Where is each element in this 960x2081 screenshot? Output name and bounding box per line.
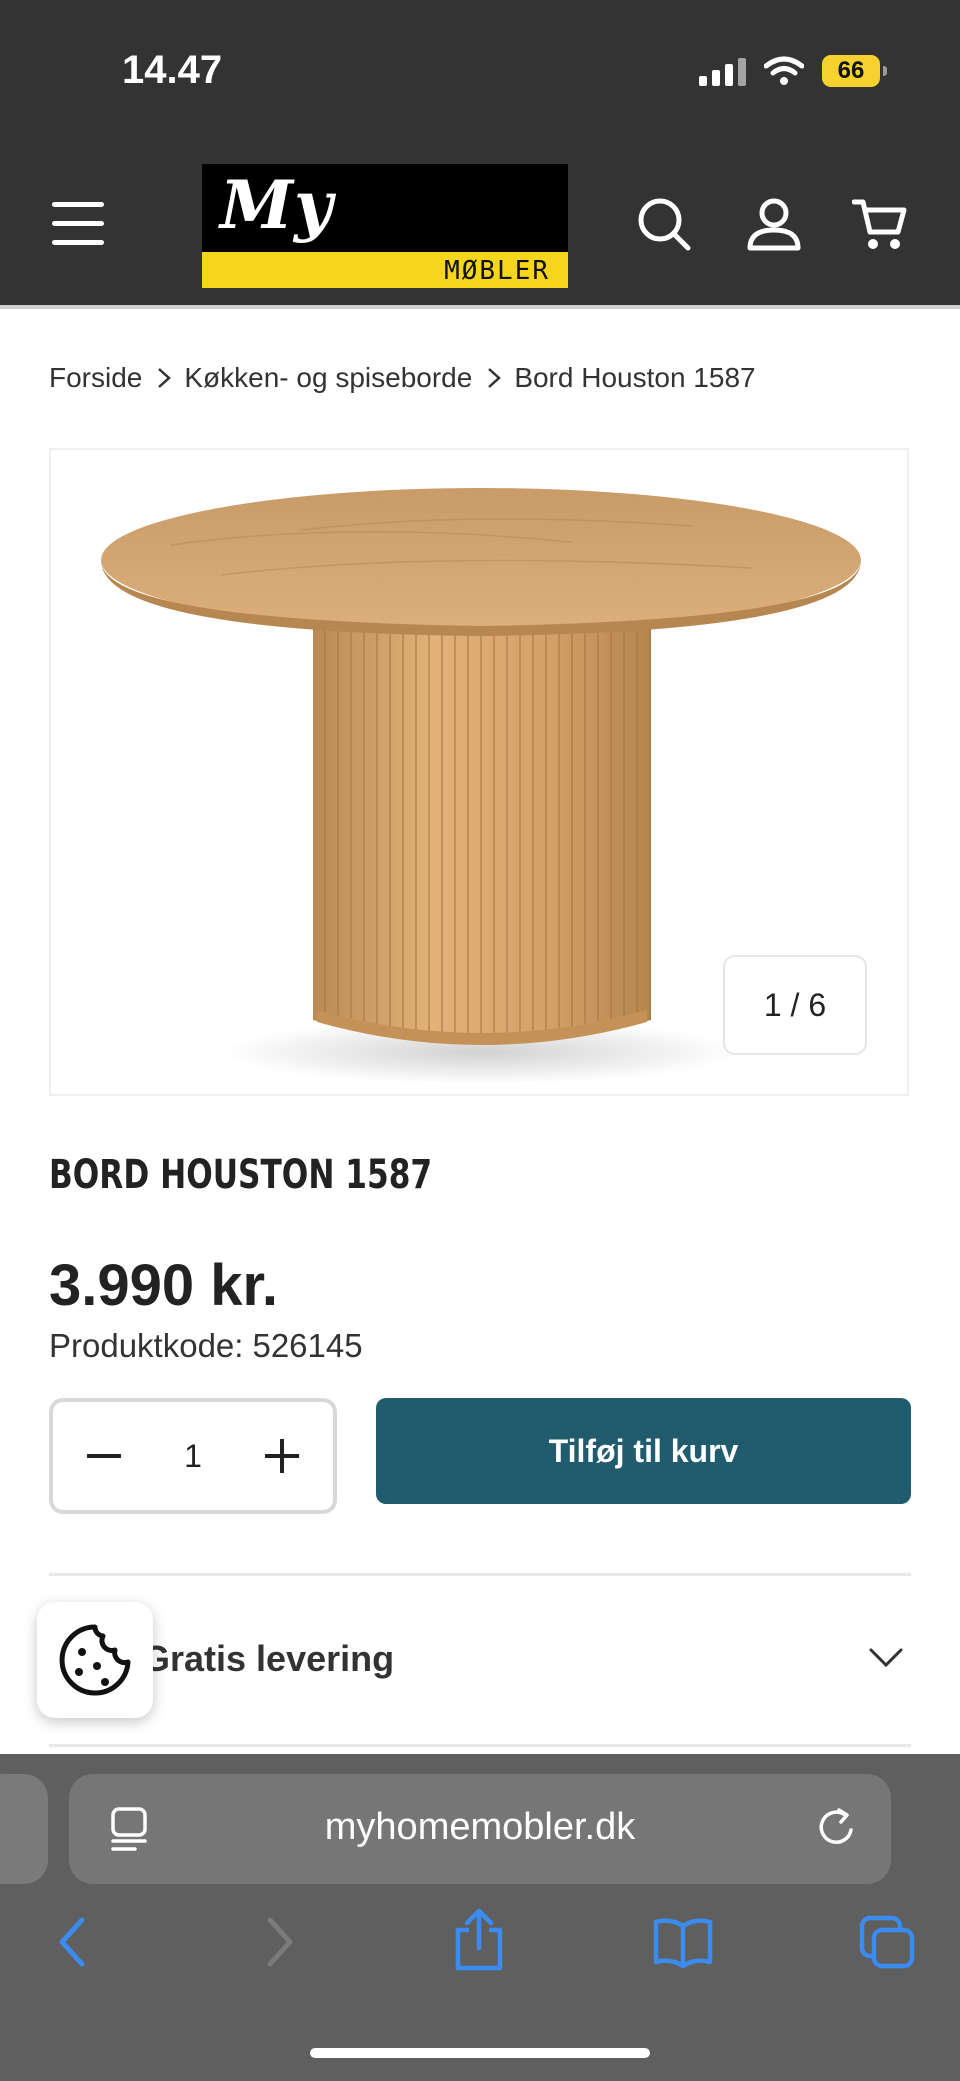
cookie-settings-button[interactable] — [37, 1602, 153, 1718]
account-icon[interactable] — [746, 196, 802, 252]
signal-icon — [699, 56, 746, 86]
increase-quantity-button[interactable] — [263, 1437, 301, 1475]
decrease-quantity-button[interactable] — [85, 1437, 123, 1475]
address-bar[interactable]: myhomemobler.dk — [69, 1774, 891, 1884]
section-divider — [49, 1744, 911, 1747]
section-divider — [49, 1573, 911, 1576]
chevron-down-icon[interactable] — [868, 1646, 904, 1670]
battery-icon: 66 — [822, 55, 887, 87]
product-sku: Produktkode: 526145 — [49, 1327, 363, 1365]
url-text: myhomemobler.dk — [324, 1806, 636, 1848]
status-time: 14.47 — [122, 48, 223, 92]
home-indicator[interactable] — [310, 2048, 650, 2058]
forward-icon[interactable] — [262, 1914, 298, 1970]
bookmarks-icon[interactable] — [652, 1916, 714, 1968]
header-divider — [0, 305, 960, 309]
product-price: 3.990 kr. — [49, 1253, 278, 1318]
product-title: BORD HOUSTON 1587 — [49, 1152, 433, 1198]
browser-toolbar: myhomemobler.dk — [0, 1754, 960, 2081]
quantity-value[interactable]: 1 — [184, 1438, 202, 1475]
search-icon[interactable] — [636, 196, 692, 252]
store-logo[interactable]: My Home MØBLER — [202, 164, 568, 288]
breadcrumb: Forside Køkken- og spiseborde Bord Houst… — [49, 362, 756, 394]
gallery-counter: 1 / 6 — [723, 955, 867, 1055]
chevron-right-icon — [158, 368, 172, 388]
menu-icon[interactable] — [52, 202, 104, 245]
quantity-stepper: 1 — [49, 1398, 337, 1514]
cookie-icon — [59, 1624, 131, 1696]
breadcrumb-current: Bord Houston 1587 — [514, 362, 756, 393]
cart-icon[interactable] — [852, 196, 908, 252]
reload-icon[interactable] — [815, 1806, 859, 1850]
back-icon[interactable] — [54, 1914, 90, 1970]
previous-tab-preview[interactable] — [0, 1774, 48, 1884]
breadcrumb-category[interactable]: Køkken- og spiseborde — [184, 362, 472, 394]
sku-value: 526145 — [252, 1327, 363, 1364]
share-icon[interactable] — [452, 1908, 506, 1972]
delivery-accordion-label[interactable]: Gratis levering — [142, 1638, 394, 1680]
tabs-icon[interactable] — [858, 1914, 916, 1970]
sku-label: Produktkode: — [49, 1327, 244, 1364]
status-icons: 66 — [699, 50, 887, 92]
breadcrumb-home[interactable]: Forside — [49, 362, 142, 394]
add-to-cart-button[interactable]: Tilføj til kurv — [376, 1398, 911, 1504]
logo-subtitle: MØBLER — [444, 256, 550, 286]
wifi-icon — [764, 56, 804, 85]
chevron-right-icon — [488, 368, 502, 388]
